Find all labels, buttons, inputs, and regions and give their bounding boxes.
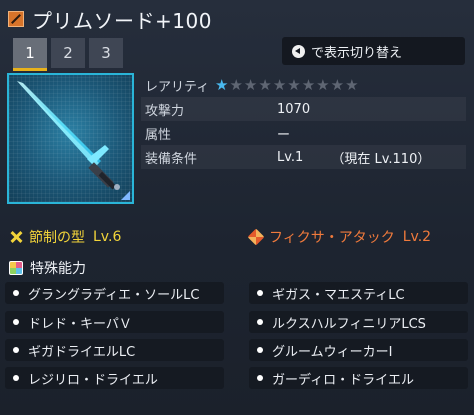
bullet-icon bbox=[257, 375, 263, 381]
element-value: ー bbox=[277, 127, 291, 143]
ability-item: ドレド・キーパＶ bbox=[5, 311, 224, 333]
attack-row: 攻撃力 1070 bbox=[141, 97, 466, 121]
attack-label: 攻撃力 bbox=[145, 103, 185, 119]
bullet-icon bbox=[13, 347, 19, 353]
star-icon: ★ bbox=[258, 75, 272, 94]
item-name: プリムソード+100 bbox=[32, 8, 212, 33]
ability-label: ガーディロ・ドライエル bbox=[272, 372, 414, 388]
display-switch-label: で表示切り替え bbox=[311, 45, 403, 61]
special-abilities-title: 特殊能力 bbox=[30, 261, 86, 277]
special-abilities-heading: 特殊能力 bbox=[9, 258, 86, 278]
potential-left-level: Lv.6 bbox=[93, 229, 122, 245]
element-label: 属性 bbox=[145, 127, 172, 143]
rarity-row: レアリティ ★ ★ ★ ★ ★ ★ ★ ★ ★ ★ bbox=[141, 73, 466, 97]
item-image bbox=[7, 73, 134, 204]
ability-item: ルクスハルフィニリアLCS bbox=[249, 311, 468, 333]
ability-label: ギガス・マエスティLC bbox=[272, 287, 405, 303]
ability-item: ギガドライエルLC bbox=[5, 339, 224, 361]
star-icon: ★ bbox=[229, 75, 243, 94]
potential-right: フィクサ・アタック Lv.2 bbox=[247, 227, 432, 247]
ability-label: レジリロ・ドライエル bbox=[28, 372, 158, 388]
potential-x-icon bbox=[9, 230, 23, 244]
bullet-icon bbox=[257, 347, 263, 353]
ability-label: ドレド・キーパＶ bbox=[28, 316, 132, 332]
star-icon: ★ bbox=[287, 75, 301, 94]
rarity-stars: ★ ★ ★ ★ ★ ★ ★ ★ ★ ★ bbox=[215, 75, 359, 94]
bullet-icon bbox=[13, 375, 19, 381]
ability-item: ガーディロ・ドライエル bbox=[249, 367, 468, 389]
star-icon: ★ bbox=[243, 75, 258, 94]
requirement-value: Lv.1 bbox=[277, 149, 304, 165]
requirement-row: 装備条件 Lv.1 （現在 Lv.110） bbox=[141, 145, 466, 169]
star-icon: ★ bbox=[301, 75, 316, 94]
star-icon: ★ bbox=[345, 75, 359, 94]
potential-left: 節制の型 Lv.6 bbox=[9, 227, 121, 247]
bullet-icon bbox=[13, 319, 19, 325]
tab-bar: 1 2 3 bbox=[13, 38, 123, 71]
requirement-label: 装備条件 bbox=[145, 151, 198, 167]
ability-label: ルクスハルフィニリアLCS bbox=[272, 316, 426, 332]
ability-item: レジリロ・ドライエル bbox=[5, 367, 224, 389]
potential-diamond-icon bbox=[247, 228, 265, 246]
bullet-icon bbox=[13, 290, 19, 296]
ability-label: グラングラディエ・ソールLC bbox=[28, 287, 200, 303]
tab-3[interactable]: 3 bbox=[89, 38, 123, 68]
tab-2[interactable]: 2 bbox=[51, 38, 85, 68]
current-level: （現在 Lv.110） bbox=[331, 151, 431, 167]
bullet-icon bbox=[257, 319, 263, 325]
star-icon: ★ bbox=[316, 75, 330, 94]
ability-label: グルームウィーカーⅠ bbox=[272, 344, 393, 360]
element-row: 属性 ー bbox=[141, 121, 466, 145]
title-bar: プリムソード+100 bbox=[8, 6, 212, 33]
star-icon: ★ bbox=[215, 75, 229, 94]
ability-item: ギガス・マエスティLC bbox=[249, 282, 468, 304]
ability-label: ギガドライエルLC bbox=[28, 344, 136, 360]
display-switch-button[interactable]: で表示切り替え bbox=[282, 37, 465, 65]
ability-item: グルームウィーカーⅠ bbox=[249, 339, 468, 361]
potential-right-level: Lv.2 bbox=[402, 229, 432, 245]
stats-panel: レアリティ ★ ★ ★ ★ ★ ★ ★ ★ ★ ★ 攻撃力 1070 属性 ー … bbox=[141, 73, 466, 169]
tab-1[interactable]: 1 bbox=[13, 38, 47, 71]
sword-icon bbox=[8, 11, 24, 27]
ability-item: グラングラディエ・ソールLC bbox=[5, 282, 224, 304]
special-ability-icon bbox=[9, 261, 23, 275]
frame-corner-marker bbox=[121, 191, 130, 200]
potential-right-name: フィクサ・アタック bbox=[269, 230, 395, 246]
potential-left-name: 節制の型 bbox=[29, 230, 85, 246]
star-icon: ★ bbox=[330, 75, 345, 94]
attack-value: 1070 bbox=[277, 101, 311, 117]
sword-icon bbox=[17, 81, 120, 190]
bullet-icon bbox=[257, 290, 263, 296]
star-icon: ★ bbox=[272, 75, 287, 94]
circle-left-arrow-icon bbox=[292, 44, 305, 58]
